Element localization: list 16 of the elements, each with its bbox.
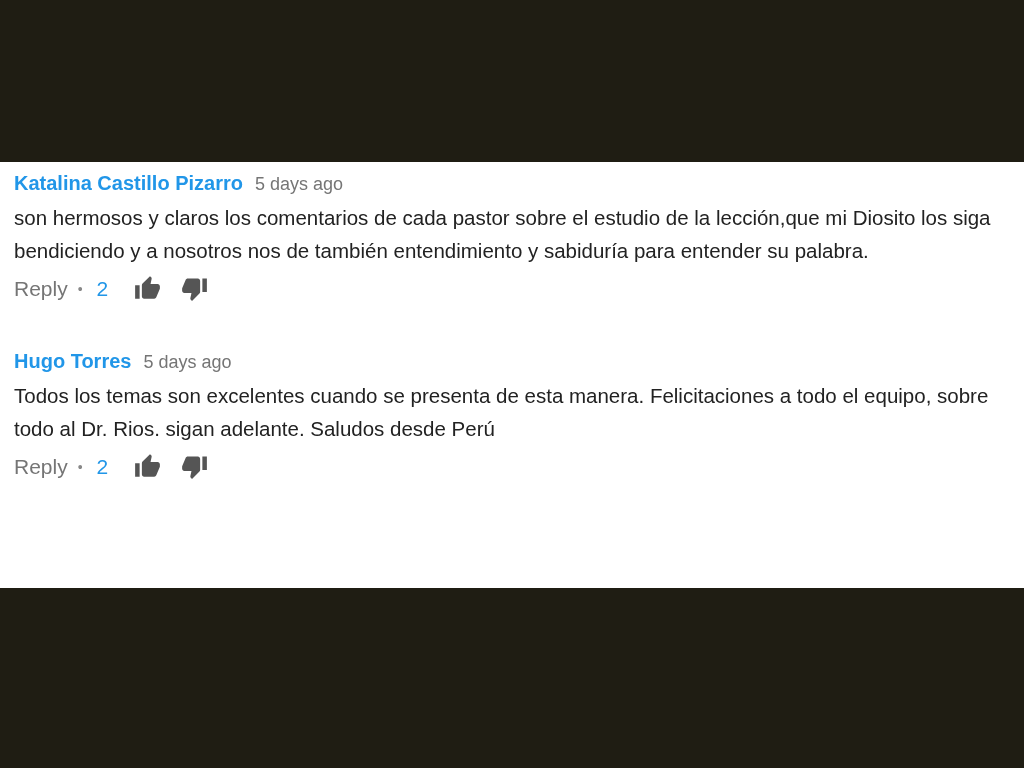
reply-button[interactable]: Reply bbox=[14, 276, 68, 301]
thumbs-down-icon[interactable] bbox=[181, 275, 209, 302]
thumbs-up-icon[interactable] bbox=[134, 275, 162, 302]
separator-dot: • bbox=[77, 280, 83, 297]
thumbs-down-icon[interactable] bbox=[181, 453, 209, 480]
author-name[interactable]: Hugo Torres bbox=[14, 350, 132, 373]
comment-text: Todos los temas son excelentes cuando se presenta de esta manera. Felicitaciones a todo el equipo, sobre todo al Dr. Rios. sigan adelante. Saludos desde Perú bbox=[14, 383, 990, 442]
like-count: 2 bbox=[96, 454, 109, 479]
author-name[interactable]: Katalina Castillo Pizarro bbox=[14, 172, 243, 195]
reply-button[interactable]: Reply bbox=[14, 454, 68, 479]
like-count: 2 bbox=[96, 276, 109, 301]
thumbs-up-icon[interactable] bbox=[134, 453, 162, 480]
comment-time: 5 days ago bbox=[143, 352, 232, 373]
comment-time: 5 days ago bbox=[254, 174, 344, 195]
comment-text: son hermosos y claros los comentarios de cada pastor sobre el estudio de la lección,que mi Diosito los siga bendiciendo y a nosotros nos de también entendimiento y sabiduría para entender su palabra. bbox=[14, 205, 992, 264]
separator-dot: • bbox=[77, 458, 83, 475]
